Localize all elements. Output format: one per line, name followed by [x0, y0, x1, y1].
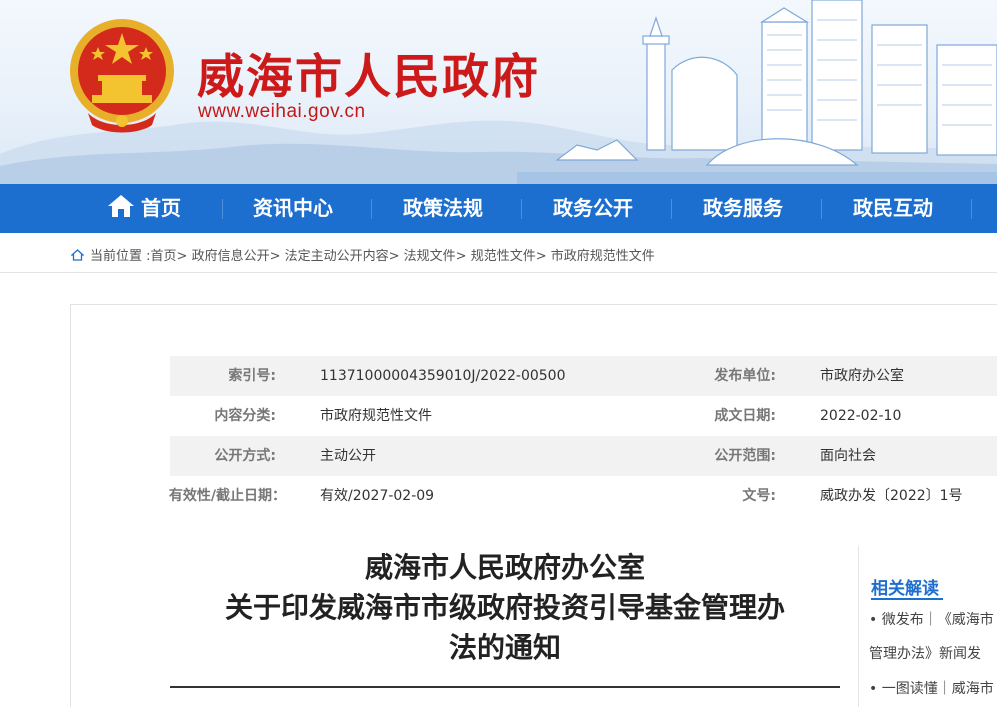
home-outline-icon	[71, 249, 84, 261]
breadcrumb-separator: >	[176, 249, 192, 264]
index-number-label: 索引号:	[228, 368, 276, 384]
breadcrumb-gov-info[interactable]: 政府信息公开	[192, 249, 270, 264]
publisher-value: 市政府办公室	[820, 368, 904, 384]
breadcrumb-public-content[interactable]: 法定主动公开内容	[285, 249, 389, 264]
home-icon	[108, 195, 134, 217]
validity-label: 有效性/截止日期：	[168, 488, 286, 504]
disclosure-scope-label: 公开范围:	[714, 448, 776, 464]
site-header: 威海市人民政府 www.weihai.gov.cn	[0, 0, 997, 184]
national-emblem	[70, 19, 174, 133]
disclosure-method-value: 主动公开	[320, 448, 376, 464]
document-title-line: 法的通知	[448, 631, 561, 664]
nav-item-policy[interactable]: 政策法规	[403, 184, 483, 233]
breadcrumb-normative-docs[interactable]: 规范性文件	[471, 249, 536, 264]
related-readings-heading: 相关解读	[871, 579, 939, 599]
breadcrumb: 当前位置 :首页> 政府信息公开> 法定主动公开内容> 法规文件> 规范性文件>…	[71, 245, 655, 264]
nav-item-public-affairs[interactable]: 政务公开	[553, 184, 633, 233]
document-title: 威海市人民政府办公室 关于印发威海市市级政府投资引导基金管理办 法的通知	[170, 548, 840, 668]
index-number-value: 11371000004359010J/2022-00500	[320, 368, 566, 384]
written-date-label: 成文日期:	[714, 408, 776, 424]
info-row: 索引号: 11371000004359010J/2022-00500 发布单位:…	[170, 356, 997, 396]
heading-underline	[871, 598, 943, 600]
main-nav: 首页 资讯中心 政策法规 政务公开 政务服务 政民互动	[0, 184, 997, 233]
nav-item-services[interactable]: 政务服务	[703, 184, 783, 233]
nav-item-news[interactable]: 资讯中心	[253, 184, 333, 233]
breadcrumb-prefix: 当前位置 :	[90, 249, 151, 264]
category-label: 内容分类:	[214, 408, 276, 424]
nav-divider	[371, 199, 372, 219]
title-divider	[170, 686, 840, 688]
related-readings-sidebar: 相关解读 • 微发布｜《威海市 管理办法》新闻发 • 一图读懂｜威海市	[858, 546, 997, 707]
related-reading-link[interactable]: • 一图读懂｜威海市	[869, 677, 994, 701]
related-reading-link-cont[interactable]: 管理办法》新闻发	[869, 642, 981, 666]
disclosure-method-label: 公开方式:	[214, 448, 276, 464]
info-row: 公开方式: 主动公开 公开范围: 面向社会	[170, 436, 997, 476]
nav-divider	[971, 199, 972, 219]
nav-item-interaction[interactable]: 政民互动	[853, 184, 933, 233]
related-reading-link[interactable]: • 微发布｜《威海市	[869, 608, 994, 632]
document-number-value: 威政办发〔2022〕1号	[820, 488, 963, 504]
nav-divider	[222, 199, 223, 219]
category-value: 市政府规范性文件	[320, 408, 432, 424]
document-number-label: 文号:	[742, 488, 776, 504]
breadcrumb-separator: >	[388, 249, 404, 264]
breadcrumb-home[interactable]: 首页	[151, 249, 177, 264]
nav-label-home: 首页	[141, 196, 181, 220]
info-row: 有效性/截止日期： 有效/2027-02-09 文号: 威政办发〔2022〕1号	[169, 476, 997, 516]
written-date-value: 2022-02-10	[820, 408, 902, 424]
document-title-line: 关于印发威海市市级政府投资引导基金管理办	[224, 591, 785, 624]
breadcrumb-city-normative-docs[interactable]: 市政府规范性文件	[551, 249, 655, 264]
breadcrumb-regulations[interactable]: 法规文件	[404, 249, 456, 264]
breadcrumb-separator: >	[455, 249, 471, 264]
disclosure-scope-value: 面向社会	[820, 448, 876, 464]
site-title[interactable]: 威海市人民政府	[197, 38, 540, 107]
nav-divider	[671, 199, 672, 219]
validity-value: 有效/2027-02-09	[320, 488, 435, 504]
breadcrumb-separator: >	[535, 249, 551, 264]
breadcrumb-separator: >	[269, 249, 285, 264]
nav-item-home[interactable]: 首页	[107, 184, 181, 233]
document-title-line: 威海市人民政府办公室	[364, 551, 645, 584]
publisher-label: 发布单位:	[714, 368, 776, 384]
nav-divider	[821, 199, 822, 219]
breadcrumb-bar: 当前位置 :首页> 政府信息公开> 法定主动公开内容> 法规文件> 规范性文件>…	[0, 233, 997, 273]
nav-divider	[521, 199, 522, 219]
info-row: 内容分类: 市政府规范性文件 成文日期: 2022-02-10	[170, 396, 997, 436]
city-skyline	[517, 0, 997, 184]
site-url[interactable]: www.weihai.gov.cn	[198, 101, 366, 123]
document-info-table: 索引号: 11371000004359010J/2022-00500 发布单位:…	[169, 356, 997, 516]
